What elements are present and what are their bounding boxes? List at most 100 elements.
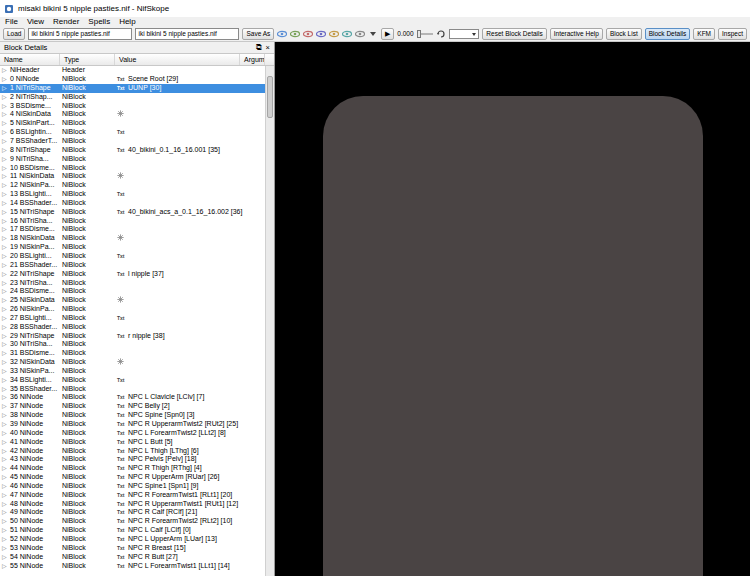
expander-icon[interactable]: ▷	[2, 500, 10, 509]
expander-icon[interactable]: ▷	[2, 376, 10, 385]
expander-icon[interactable]: ▷	[2, 420, 10, 429]
file-field[interactable]: iki bikini 5 nipple pasties.nif	[28, 28, 132, 40]
expander-icon[interactable]: ▷	[2, 225, 10, 234]
expander-icon[interactable]: ▷	[2, 553, 10, 562]
view-mode-icon[interactable]	[277, 29, 287, 39]
expander-icon[interactable]: ▷	[2, 473, 10, 482]
dropdown-arrow-icon[interactable]	[368, 29, 378, 39]
view-toggle[interactable]: Block Details	[645, 28, 691, 40]
expander-icon[interactable]: ▷	[2, 332, 10, 341]
column-title[interactable]: Argum	[240, 54, 265, 65]
block-row[interactable]: ▷0 NiNodeNiBlockTxtScene Root [29]	[0, 75, 265, 84]
expander-icon[interactable]: ▷	[2, 217, 10, 226]
block-row[interactable]: ▷55 NiNodeNiBlockTxtNPC L ForearmTwist1 …	[0, 562, 265, 571]
block-row[interactable]: ▷31 BSDisme...NiBlock	[0, 349, 265, 358]
view-toggle[interactable]: Interactive Help	[550, 28, 603, 40]
block-row[interactable]: ▷16 NiTriSha...NiBlock	[0, 217, 265, 226]
expander-icon[interactable]: ▷	[2, 137, 10, 146]
expander-icon[interactable]: ▷	[2, 190, 10, 199]
block-row[interactable]: ▷26 NiSkinPa...NiBlock	[0, 305, 265, 314]
view-toggle-button[interactable]: Block List	[606, 28, 642, 40]
view-toggle[interactable]: Inspect	[718, 28, 747, 40]
block-row[interactable]: ▷15 NiTriShapeNiBlockTxt40_bikini_acs_a_…	[0, 208, 265, 217]
expander-icon[interactable]: ▷	[2, 438, 10, 447]
expander-icon[interactable]: ▷	[2, 199, 10, 208]
view-mode-icon[interactable]	[355, 29, 365, 39]
expander-icon[interactable]: ▷	[2, 252, 10, 261]
expander-icon[interactable]: ▷	[2, 146, 10, 155]
menu-item[interactable]: Help	[119, 17, 135, 27]
expander-icon[interactable]: ▷	[2, 464, 10, 473]
scrollbar-thumb[interactable]	[267, 76, 273, 118]
slider-thumb[interactable]	[417, 30, 421, 38]
block-row[interactable]: ▷43 NiNodeNiBlockTxtNPC Pelvis [Pelv] [1…	[0, 455, 265, 464]
block-row[interactable]: ▷24 BSDisme...NiBlock	[0, 287, 265, 296]
view-mode-icon[interactable]	[329, 29, 339, 39]
block-row[interactable]: ▷30 NiTriSha...NiBlock	[0, 340, 265, 349]
expander-icon[interactable]: ▷	[2, 482, 10, 491]
block-row[interactable]: ▷49 NiNodeNiBlockTxtNPC R Calf [RClf] [2…	[0, 508, 265, 517]
column-title[interactable]: Type	[60, 54, 115, 65]
expander-icon[interactable]: ▷	[2, 526, 10, 535]
expander-icon[interactable]: ▷	[2, 208, 10, 217]
block-row[interactable]: ▷51 NiNodeNiBlockTxtNPC L Calf [LClf] [0…	[0, 526, 265, 535]
block-row[interactable]: ▷37 NiNodeNiBlockTxtNPC Belly [2]	[0, 402, 265, 411]
expander-icon[interactable]: ▷	[2, 155, 10, 164]
expander-icon[interactable]: ▷	[2, 367, 10, 376]
view-toggle[interactable]: Block List	[606, 28, 642, 40]
expander-icon[interactable]: ▷	[2, 402, 10, 411]
view-mode-icon[interactable]	[290, 29, 300, 39]
expander-icon[interactable]: ▷	[2, 110, 10, 119]
menu-item[interactable]: Render	[53, 17, 79, 27]
expander-icon[interactable]: ▷	[2, 562, 10, 571]
expander-icon[interactable]: ▷	[2, 66, 10, 75]
expander-icon[interactable]: ▷	[2, 128, 10, 137]
expander-icon[interactable]: ▷	[2, 358, 10, 367]
expander-icon[interactable]: ▷	[2, 75, 10, 84]
block-row[interactable]: ▷25 NiSkinDataNiBlock	[0, 296, 265, 305]
block-row[interactable]: ▷46 NiNodeNiBlockTxtNPC Spine1 [Spn1] [9…	[0, 482, 265, 491]
view-toggle-button[interactable]: Block Details	[645, 28, 691, 40]
block-row[interactable]: ▷14 BSShader...NiBlock	[0, 199, 265, 208]
block-row[interactable]: ▷6 BSLightin...NiBlockTxt	[0, 128, 265, 137]
expander-icon[interactable]: ▷	[2, 243, 10, 252]
expander-icon[interactable]: ▷	[2, 181, 10, 190]
view-mode-icon[interactable]	[303, 29, 313, 39]
block-row[interactable]: ▷20 BSLighti...NiBlockTxt	[0, 252, 265, 261]
block-row[interactable]: ▷40 NiNodeNiBlockTxtNPC L ForearmTwist2 …	[0, 429, 265, 438]
expander-icon[interactable]: ▷	[2, 535, 10, 544]
view-toggle[interactable]: Reset Block Details	[482, 28, 546, 40]
block-row[interactable]: ▷50 NiNodeNiBlockTxtNPC R ForearmTwist2 …	[0, 517, 265, 526]
expander-icon[interactable]: ▷	[2, 323, 10, 332]
loop-icon[interactable]	[436, 29, 446, 39]
block-row[interactable]: ▷48 NiNodeNiBlockTxtNPC R UpperarmTwist1…	[0, 500, 265, 509]
block-row[interactable]: ▷29 NiTriShapeNiBlockTxtr nipple [38]	[0, 332, 265, 341]
expander-icon[interactable]: ▷	[2, 93, 10, 102]
view-toggle-button[interactable]: KFM	[693, 28, 715, 40]
column-title[interactable]: Value	[115, 54, 240, 65]
expander-icon[interactable]: ▷	[2, 349, 10, 358]
expander-icon[interactable]: ▷	[2, 102, 10, 111]
block-row[interactable]: ▷34 BSLighti...NiBlockTxt	[0, 376, 265, 385]
expander-icon[interactable]: ▷	[2, 411, 10, 420]
block-row[interactable]: ▷42 NiNodeNiBlockTxtNPC L Thigh [LThg] […	[0, 447, 265, 456]
expander-icon[interactable]: ▷	[2, 270, 10, 279]
view-mode-icon[interactable]	[316, 29, 326, 39]
block-row[interactable]: ▷32 NiSkinDataNiBlock	[0, 358, 265, 367]
expander-icon[interactable]: ▷	[2, 119, 10, 128]
block-row[interactable]: ▷17 BSDisme...NiBlock	[0, 225, 265, 234]
block-row[interactable]: ▷11 NiSkinDataNiBlock	[0, 172, 265, 181]
expander-icon[interactable]: ▷	[2, 455, 10, 464]
float-button[interactable]: ⧉	[256, 42, 262, 53]
block-row[interactable]: ▷8 NiTriShapeNiBlockTxt40_bikini_0.1_16_…	[0, 146, 265, 155]
expander-icon[interactable]: ▷	[2, 84, 10, 93]
view-toggle-button[interactable]: Interactive Help	[550, 28, 603, 40]
expander-icon[interactable]: ▷	[2, 287, 10, 296]
block-row[interactable]: ▷36 NiNodeNiBlockTxtNPC L Clavicle [LClv…	[0, 393, 265, 402]
block-row[interactable]: ▷39 NiNodeNiBlockTxtNPC R UpperarmTwist2…	[0, 420, 265, 429]
view-toggle-button[interactable]: Reset Block Details	[482, 28, 546, 40]
view-toggle-button[interactable]: Inspect	[718, 28, 747, 40]
block-row[interactable]: ▷53 NiNodeNiBlockTxtNPC R Breast [15]	[0, 544, 265, 553]
save-as-button[interactable]: Save As	[242, 28, 274, 40]
block-row[interactable]: ▷10 BSDisme...NiBlock	[0, 164, 265, 173]
